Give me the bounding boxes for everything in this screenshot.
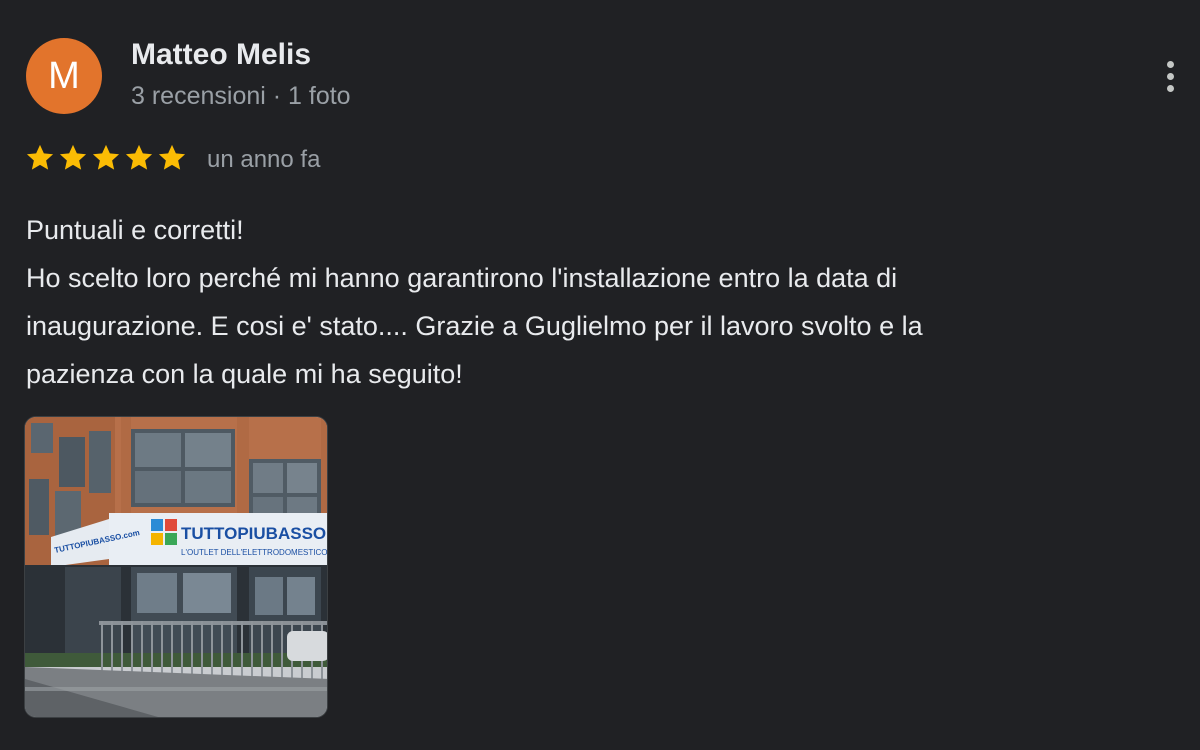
star-icon (59, 144, 87, 170)
review-line: inaugurazione. E cosi e' stato.... Grazi… (26, 311, 923, 341)
star-icon (125, 144, 153, 170)
avatar-initial: M (48, 54, 80, 97)
review-line: Puntuali e corretti! (26, 215, 244, 245)
review-line: Ho scelto loro perché mi hanno garantiro… (26, 263, 898, 293)
star-icon (158, 144, 186, 170)
star-rating (24, 142, 188, 174)
photo-sign-subtext: L'OUTLET DELL'ELETTRODOMESTICO (181, 548, 328, 557)
review-card: M Matteo Melis 3 recensioni · 1 foto un … (0, 0, 1200, 750)
more-vert-icon (1166, 60, 1174, 68)
review-line: pazienza con la quale mi ha seguito! (26, 359, 463, 389)
more-vert-icon-dot (1166, 84, 1174, 92)
star-icon (26, 144, 54, 170)
review-photo[interactable]: TUTTOPIUBASSO.com L'OUTLET DELL'ELETTROD… (24, 416, 328, 718)
avatar[interactable]: M (26, 38, 102, 114)
review-text: Puntuali e corretti! Ho scelto loro perc… (26, 206, 1166, 398)
star-icon (92, 144, 120, 170)
review-time: un anno fa (207, 146, 321, 173)
author-name[interactable]: Matteo Melis (131, 38, 311, 72)
more-options-button[interactable] (1152, 52, 1188, 100)
author-meta: 3 recensioni · 1 foto (131, 82, 351, 110)
photo-sign-text: TUTTOPIUBASSO.com (181, 524, 328, 543)
more-vert-icon-dot (1166, 72, 1174, 80)
